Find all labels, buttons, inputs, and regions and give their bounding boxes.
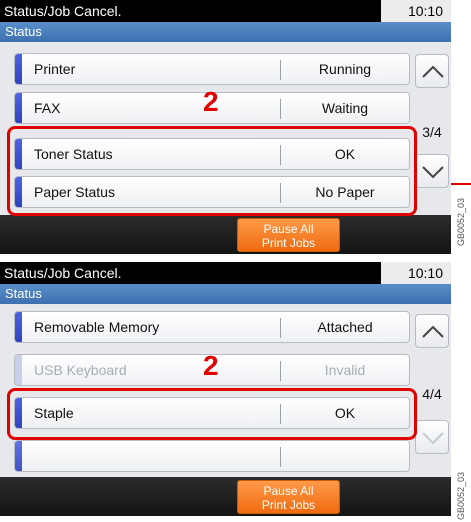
clock: 10:10 — [381, 0, 451, 22]
row-label: USB Keyboard — [34, 362, 127, 378]
section-header: Status — [0, 22, 451, 42]
title-bar: Status/Job Cancel. 10:10 — [0, 262, 451, 284]
highlight-box — [7, 388, 417, 440]
highlight-box — [7, 126, 417, 216]
chevron-up-icon — [422, 325, 444, 338]
footer-bar: Pause All Print Jobs — [0, 215, 451, 254]
figure-code: GB0052_03 — [456, 471, 466, 520]
row-label: Printer — [34, 61, 76, 77]
row-label: FAX — [34, 100, 61, 116]
section-header: Status — [0, 284, 451, 304]
clock: 10:10 — [381, 262, 451, 284]
screen-title: Status/Job Cancel. — [4, 265, 122, 281]
step-number: 2 — [203, 350, 219, 381]
scroll-up-button[interactable] — [415, 314, 449, 348]
page-indicator: 3/4 — [422, 124, 442, 140]
row-value: Waiting — [321, 100, 369, 116]
chevron-down-icon — [422, 432, 444, 445]
chevron-up-icon — [422, 65, 444, 78]
screen-title: Status/Job Cancel. — [4, 3, 122, 19]
scroll-controls: 3/4 — [415, 46, 449, 192]
scroll-down-button — [415, 420, 449, 454]
scroll-down-button[interactable] — [415, 154, 449, 188]
row-marker — [15, 93, 22, 123]
row-marker — [15, 312, 22, 342]
page-indicator: 4/4 — [422, 386, 442, 402]
step-number: 2 — [203, 86, 219, 117]
row-value: Invalid — [324, 362, 366, 378]
row-marker — [15, 54, 22, 84]
row-value: Running — [318, 61, 372, 77]
title-bar: Status/Job Cancel. 10:10 — [0, 0, 451, 22]
figure-code: GB0052_03 — [456, 197, 466, 246]
status-screen-1: Status/Job Cancel. 10:10 Status Printer … — [0, 0, 451, 254]
row-value: Attached — [317, 319, 373, 335]
section-title: Status — [5, 24, 42, 39]
status-row-empty — [14, 440, 410, 472]
pause-all-print-jobs-button[interactable]: Pause All Print Jobs — [237, 480, 340, 514]
scroll-controls: 4/4 — [415, 308, 449, 454]
callout-line — [451, 183, 471, 185]
status-screen-2: Status/Job Cancel. 10:10 Status Removabl… — [0, 262, 451, 516]
section-title: Status — [5, 286, 42, 301]
status-row-printer[interactable]: Printer Running — [14, 53, 410, 85]
status-row-removable-memory[interactable]: Removable Memory Attached — [14, 311, 410, 343]
footer-bar: Pause All Print Jobs — [0, 477, 451, 516]
scroll-up-button[interactable] — [415, 54, 449, 88]
chevron-down-icon — [422, 166, 444, 179]
row-marker — [15, 355, 22, 385]
row-label: Removable Memory — [34, 319, 160, 335]
pause-all-print-jobs-button[interactable]: Pause All Print Jobs — [237, 218, 340, 252]
row-marker — [15, 441, 22, 471]
